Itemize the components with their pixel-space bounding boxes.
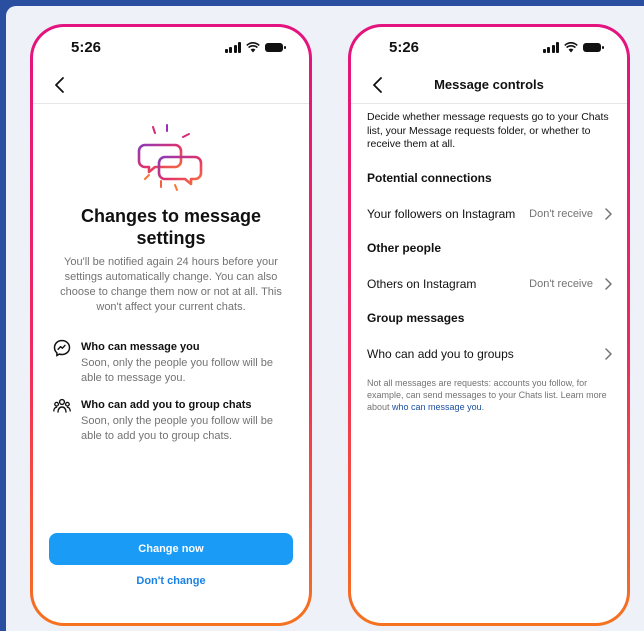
back-icon[interactable] (49, 74, 71, 96)
learn-more-link[interactable]: who can message you (392, 402, 482, 412)
status-bar: 5:26 (33, 39, 309, 59)
wifi-icon (564, 42, 578, 53)
phone-frame-left: 5:26 Changes to message settings You'll … (30, 24, 312, 626)
feature-description: Soon, only the people you follow will be… (81, 357, 274, 384)
signal-icon (224, 42, 241, 53)
signal-icon (542, 42, 559, 53)
setting-row-groups[interactable]: Who can add you to groups (367, 345, 613, 365)
row-value: Don't receive (529, 208, 593, 220)
row-value: Don't receive (529, 278, 593, 290)
chevron-right-icon (605, 208, 612, 220)
chevron-right-icon (605, 348, 612, 360)
feature-title: Who can message you (81, 341, 200, 353)
group-icon (53, 398, 71, 413)
status-time: 5:26 (71, 39, 102, 56)
battery-icon (265, 43, 286, 52)
footer-end: . (481, 402, 485, 412)
dont-change-button[interactable]: Don't change (33, 575, 309, 587)
section-heading: Other people (367, 241, 442, 255)
row-label: Who can add you to groups (367, 347, 514, 361)
footer-note: Not all messages are requests: accounts … (367, 377, 613, 413)
changes-screen: 5:26 Changes to message settings You'll … (33, 27, 309, 623)
header-divider (33, 103, 309, 104)
change-now-button[interactable]: Change now (49, 533, 293, 565)
background-panel: 5:26 Changes to message settings You'll … (6, 6, 644, 631)
header-divider (351, 103, 627, 104)
wifi-icon (246, 42, 260, 53)
setting-row-others[interactable]: Others on Instagram Don't receive (367, 275, 613, 295)
status-bar: 5:26 (351, 39, 627, 59)
battery-icon (583, 43, 604, 52)
status-icons (542, 42, 604, 53)
messenger-icon (53, 339, 71, 357)
page-description: You'll be notified again 24 hours before… (60, 256, 282, 313)
chat-bubbles-icon (137, 124, 203, 191)
intro-text: Decide whether message requests go to yo… (367, 111, 609, 150)
status-time: 5:26 (389, 39, 420, 56)
chevron-right-icon (605, 278, 612, 290)
row-label: Your followers on Instagram (367, 207, 516, 221)
feature-description: Soon, only the people you follow will be… (81, 415, 274, 442)
nav-bar: Message controls (351, 71, 627, 101)
page-heading: Changes to message settings (80, 206, 262, 248)
page-title: Message controls (434, 77, 544, 92)
row-label: Others on Instagram (367, 277, 477, 291)
section-heading: Group messages (367, 311, 465, 325)
status-icons (224, 42, 286, 53)
section-heading: Potential connections (367, 171, 492, 185)
phone-frame-right: 5:26 Message controls Decide whether mes… (348, 24, 630, 626)
message-controls-screen: 5:26 Message controls Decide whether mes… (351, 27, 627, 623)
nav-bar (33, 71, 309, 101)
setting-row-followers[interactable]: Your followers on Instagram Don't receiv… (367, 205, 613, 225)
feature-title: Who can add you to group chats (81, 399, 252, 411)
